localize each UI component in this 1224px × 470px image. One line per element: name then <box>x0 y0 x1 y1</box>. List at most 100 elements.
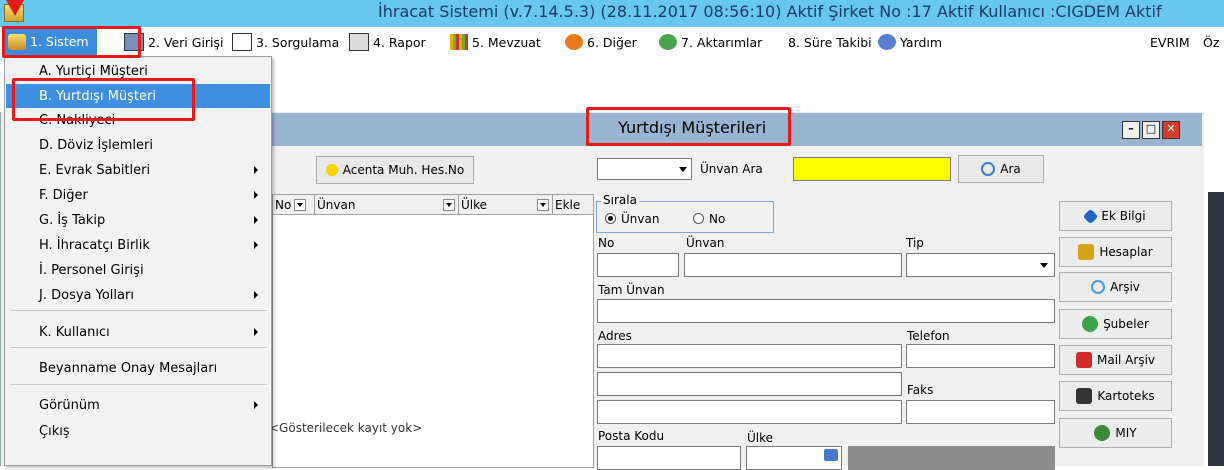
menu-mevzuat[interactable]: 5. Mevzuat <box>450 32 541 52</box>
highlight-child-title <box>586 107 791 146</box>
subeler-button[interactable]: Şubeler <box>1059 309 1172 339</box>
adres-input-3[interactable] <box>597 400 902 424</box>
hesaplar-label: Hesaplar <box>1099 245 1153 259</box>
arsiv-button[interactable]: Arşiv <box>1059 272 1172 302</box>
menu-item-gorunum[interactable]: Görünüm <box>6 393 270 417</box>
menu-item-label: K. Kullanıcı <box>39 324 110 340</box>
filter-dropdown[interactable] <box>443 198 455 211</box>
mail-arsiv-label: Mail Arşiv <box>1096 353 1156 367</box>
kartoteks-label: Kartoteks <box>1097 389 1155 403</box>
menu-diger[interactable]: 6. Diğer <box>565 32 637 52</box>
miy-button[interactable]: MIY <box>1059 418 1172 448</box>
query-icon <box>232 33 252 51</box>
filter-dropdown[interactable] <box>537 198 549 211</box>
no-input[interactable] <box>597 253 679 277</box>
no-label: No <box>598 236 615 250</box>
column-header[interactable]: Ünvan <box>315 195 459 215</box>
menu-item-ihracatci-birlik[interactable]: H. İhracatçı Birlik <box>6 233 270 257</box>
menu-separator <box>11 384 267 385</box>
menu-rapor[interactable]: 4. Rapor <box>349 32 426 52</box>
menu-item-is-takip[interactable]: G. İş Takip <box>6 208 270 232</box>
menu-item-label: A. Yurtiçi Müşteri <box>39 63 148 79</box>
menu-sorgulama[interactable]: 3. Sorgulama <box>232 32 339 52</box>
mail-arsiv-button[interactable]: Mail Arşiv <box>1059 345 1172 375</box>
telefon-input[interactable] <box>906 344 1055 368</box>
submenu-arrow-icon <box>254 166 258 174</box>
ulke-input[interactable] <box>746 446 842 470</box>
highlight-yurtdisi <box>12 78 195 121</box>
subeler-label: Şubeler <box>1103 317 1149 331</box>
hesaplar-button[interactable]: Hesaplar <box>1059 237 1172 267</box>
adres-input-2[interactable] <box>597 372 902 396</box>
radio-unvan[interactable] <box>605 213 616 224</box>
globe-icon <box>1094 425 1111 441</box>
kartoteks-button[interactable]: Kartoteks <box>1059 381 1172 411</box>
tip-select[interactable] <box>906 253 1055 277</box>
annotation-arrow-icon <box>6 0 24 16</box>
menu-item-label: D. Döviz İşlemleri <box>39 137 153 153</box>
menu-item-dosya-yollari[interactable]: J. Dosya Yolları <box>6 283 270 307</box>
menu-item-cikis[interactable]: Çıkış <box>6 419 270 443</box>
menu-bar: 1. Sistem 2. Veri Girişi 3. Sorgulama 4.… <box>0 27 1224 57</box>
empty-message: <Gösterilecek kayıt yok> <box>269 421 423 435</box>
miy-label: MIY <box>1115 426 1137 440</box>
menu-item-personel-girisi[interactable]: İ. Personel Girişi <box>6 258 270 282</box>
menu-item-beyanname-onay[interactable]: Beyanname Onay Mesajları <box>6 356 270 380</box>
menu-label: 2. Veri Girişi <box>148 34 224 50</box>
search-icon <box>981 162 996 176</box>
search-input[interactable] <box>793 157 951 181</box>
submenu-arrow-icon <box>254 191 258 199</box>
menu-item-diger[interactable]: F. Diğer <box>6 183 270 207</box>
ulke-name-display <box>848 446 1055 470</box>
unvan-label: Ünvan <box>686 236 725 250</box>
adres-input-1[interactable] <box>597 344 902 368</box>
menu-yardim[interactable]: Yardım <box>878 32 942 52</box>
maximize-button[interactable]: □ <box>1142 121 1160 139</box>
posta-kodu-input[interactable] <box>597 446 741 470</box>
branches-icon <box>1082 316 1099 332</box>
sort-group: Sırala Ünvan No <box>596 193 774 233</box>
menu-item-label: İ. Personel Girişi <box>39 262 144 278</box>
submenu-arrow-icon <box>254 216 258 224</box>
column-header[interactable]: Ülke <box>459 195 553 215</box>
menu-label: Öz <box>1203 34 1220 50</box>
menu-item-evrak-sabitleri[interactable]: E. Evrak Sabitleri <box>6 158 270 182</box>
tam-unvan-input[interactable] <box>597 299 1055 323</box>
menu-evrim[interactable]: EVRIM <box>1150 32 1190 52</box>
faks-input[interactable] <box>906 400 1055 424</box>
posta-kodu-label: Posta Kodu <box>598 429 665 443</box>
menu-item-label: Çıkış <box>39 423 70 439</box>
info-icon <box>1083 208 1099 224</box>
menu-sure-takibi[interactable]: 8. Süre Takibi <box>788 32 872 52</box>
minimize-button[interactable]: – <box>1122 121 1140 139</box>
menu-aktarimlar[interactable]: 7. Aktarımlar <box>659 32 762 52</box>
unvan-input[interactable] <box>684 253 902 277</box>
radio-no-label: No <box>709 212 726 226</box>
acenta-label: Acenta Muh. Hes.No <box>342 163 465 177</box>
runner-icon <box>325 164 338 176</box>
ulke-label: Ülke <box>747 431 774 445</box>
menu-item-kullanici[interactable]: K. Kullanıcı <box>6 320 270 344</box>
column-header[interactable]: Ekle <box>553 195 593 215</box>
menu-item-label: J. Dosya Yolları <box>39 287 134 303</box>
ara-label: Ara <box>1000 162 1021 176</box>
tam-unvan-label: Tam Ünvan <box>598 283 665 297</box>
ek-bilgi-button[interactable]: Ek Bilgi <box>1059 201 1172 231</box>
record-grid[interactable]: No Ünvan Ülke Ekle <Gösterilecek kayıt y… <box>269 194 594 468</box>
search-type-select[interactable] <box>597 158 692 180</box>
menu-item-doviz-islemleri[interactable]: D. Döviz İşlemleri <box>6 133 270 157</box>
filter-dropdown[interactable] <box>294 198 307 211</box>
column-label: Ekle <box>555 197 581 212</box>
transfer-icon <box>659 34 677 50</box>
close-button[interactable]: ✕ <box>1162 121 1180 139</box>
radio-no[interactable] <box>693 213 704 224</box>
acenta-button[interactable]: Acenta Muh. Hes.No <box>316 156 474 184</box>
ara-button[interactable]: Ara <box>958 155 1044 183</box>
menu-label: 8. Süre Takibi <box>788 34 872 50</box>
column-header[interactable]: No <box>273 195 315 215</box>
menu-item-label: H. İhracatçı Birlik <box>39 237 150 253</box>
menu-label: 4. Rapor <box>373 34 426 50</box>
adres-label: Adres <box>598 329 632 343</box>
menu-oz[interactable]: Öz <box>1203 32 1219 52</box>
submenu-arrow-icon <box>254 291 258 299</box>
